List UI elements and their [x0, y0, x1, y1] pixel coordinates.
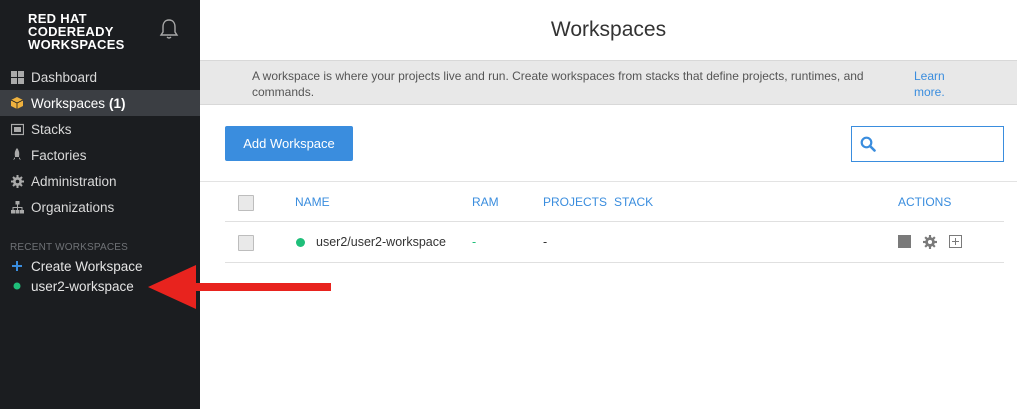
sidebar-item-administration[interactable]: Administration: [0, 168, 200, 194]
table-row[interactable]: user2/user2-workspace - -: [225, 222, 1004, 263]
workspace-ram: -: [472, 235, 477, 249]
info-banner: A workspace is where your projects live …: [200, 60, 1017, 105]
annotation-arrow-icon: [148, 262, 333, 312]
status-dot-icon: [10, 282, 24, 290]
column-header-actions: ACTIONS: [898, 195, 952, 209]
column-header-projects[interactable]: PROJECTS: [543, 195, 607, 209]
column-header-name[interactable]: NAME: [295, 195, 330, 209]
select-all-checkbox[interactable]: [238, 195, 254, 211]
recent-item-label: Create Workspace: [31, 258, 143, 274]
sidebar-item-label: Workspaces: [31, 95, 106, 111]
sidebar-nav: Dashboard Workspaces (1) Stacks Factorie…: [0, 64, 200, 220]
stack-icon: [10, 122, 24, 136]
search-input[interactable]: [882, 131, 997, 157]
dashboard-icon: [10, 70, 24, 84]
learn-more-link[interactable]: Learn more.: [914, 68, 964, 100]
recent-item-label: user2-workspace: [31, 278, 134, 294]
sidebar-item-workspaces[interactable]: Workspaces (1): [0, 90, 200, 116]
plus-icon: [10, 261, 24, 271]
info-text: A workspace is where your projects live …: [252, 69, 864, 99]
workspace-projects: -: [543, 235, 548, 249]
workspace-count-badge: (1): [109, 95, 126, 111]
sidebar-item-factories[interactable]: Factories: [0, 142, 200, 168]
row-checkbox[interactable]: [238, 235, 254, 251]
sidebar-item-stacks[interactable]: Stacks: [0, 116, 200, 142]
search-box[interactable]: [851, 126, 1004, 162]
gear-icon: [10, 174, 24, 188]
sidebar-item-label: Administration: [31, 173, 117, 189]
sidebar-item-label: Dashboard: [31, 69, 98, 85]
settings-gear-icon[interactable]: [923, 235, 937, 249]
cube-icon: [10, 96, 24, 110]
add-project-icon[interactable]: [949, 235, 963, 249]
recent-workspaces-heading: RECENT WORKSPACES: [10, 242, 129, 253]
table-header: NAME RAM PROJECTS STACK ACTIONS: [225, 182, 1004, 222]
column-header-stack[interactable]: STACK: [614, 195, 653, 209]
sidebar-item-label: Factories: [31, 147, 87, 163]
sidebar-item-label: Stacks: [31, 121, 72, 137]
sidebar-item-dashboard[interactable]: Dashboard: [0, 64, 200, 90]
stop-icon[interactable]: [898, 235, 912, 249]
page-title: Workspaces: [550, 18, 667, 41]
add-workspace-button[interactable]: Add Workspace: [225, 126, 353, 161]
sidebar-item-organizations[interactable]: Organizations: [0, 194, 200, 220]
logo-line-3: WORKSPACES: [28, 37, 125, 52]
sidebar-item-label: Organizations: [31, 199, 115, 215]
workspace-name-link[interactable]: user2/user2-workspace: [316, 235, 446, 249]
search-icon: [860, 136, 876, 157]
running-status-icon: [296, 238, 305, 247]
main-content: Workspaces A workspace is where your pro…: [200, 0, 1017, 409]
workspaces-table: NAME RAM PROJECTS STACK ACTIONS user2/us…: [225, 182, 1004, 263]
sitemap-icon: [10, 200, 24, 214]
sidebar: RED HAT CODEREADY WORKSPACES Dashboard W…: [0, 0, 200, 409]
brand-logo[interactable]: RED HAT CODEREADY WORKSPACES: [28, 12, 125, 51]
column-header-ram[interactable]: RAM: [472, 195, 499, 209]
rocket-icon: [10, 148, 24, 162]
bell-icon[interactable]: [159, 18, 179, 40]
